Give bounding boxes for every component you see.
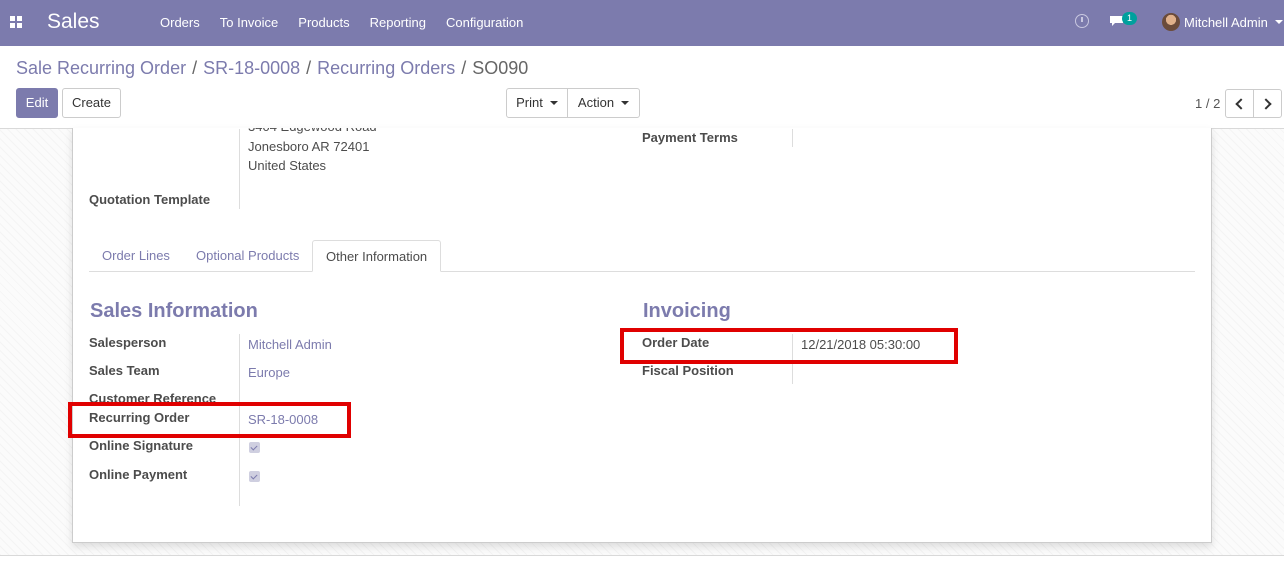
online-payment-label: Online Payment [89, 467, 188, 482]
print-dropdown-button[interactable]: Print [506, 88, 568, 118]
edit-button[interactable]: Edit [16, 88, 58, 118]
field-divider [792, 129, 793, 147]
breadcrumb-separator: / [461, 58, 467, 78]
sales-team-label: Sales Team [89, 363, 160, 378]
sales-team-field[interactable]: Europe [248, 365, 290, 380]
order-date-highlight [620, 328, 958, 364]
activity-clock-icon[interactable] [1075, 14, 1089, 28]
pager-previous-button[interactable] [1225, 89, 1254, 118]
payment-terms-label: Payment Terms [642, 130, 738, 145]
breadcrumb-sale-recurring-order[interactable]: Sale Recurring Order [16, 58, 186, 79]
main-menu: Orders To Invoice Products Reporting Con… [160, 15, 523, 30]
quotation-template-label: Quotation Template [89, 192, 211, 207]
app-brand[interactable]: Sales [47, 10, 100, 34]
notebook-tabs: Order Lines Optional Products Other Info… [89, 240, 1195, 272]
breadcrumb-current: SO090 [472, 58, 529, 78]
apps-grid-icon[interactable] [10, 16, 22, 28]
user-menu-caret-icon[interactable] [1275, 20, 1283, 24]
customer-address-line2: Jonesboro AR 72401 [248, 139, 370, 154]
menu-configuration[interactable]: Configuration [446, 15, 523, 30]
breadcrumb-recurring-order-ref[interactable]: SR-18-0008 [203, 58, 300, 79]
action-dropdown-button[interactable]: Action [567, 88, 640, 118]
chevron-right-icon [1260, 98, 1272, 110]
create-button[interactable]: Create [62, 88, 121, 118]
pager-next-button[interactable] [1253, 89, 1282, 118]
fiscal-position-label: Fiscal Position [642, 363, 734, 378]
breadcrumb-recurring-orders[interactable]: Recurring Orders [317, 58, 455, 79]
online-signature-checkbox[interactable] [249, 442, 260, 453]
customer-address-line3: United States [248, 158, 327, 173]
invoicing-title: Invoicing [643, 300, 731, 322]
pager-value[interactable]: 1 / 2 [1195, 96, 1220, 111]
caret-down-icon [621, 101, 630, 105]
salesperson-label: Salesperson [89, 335, 167, 350]
customer-address-line1: 3404 Edgewood Road [248, 119, 377, 134]
tab-order-lines[interactable]: Order Lines [89, 240, 183, 272]
top-navbar: Sales Orders To Invoice Products Reporti… [0, 0, 1284, 46]
tab-optional-products[interactable]: Optional Products [183, 240, 312, 272]
online-payment-checkbox[interactable] [249, 471, 260, 482]
menu-reporting[interactable]: Reporting [370, 15, 426, 30]
breadcrumb: Sale Recurring Order / SR-18-0008 / Recu… [16, 58, 528, 79]
online-signature-label: Online Signature [89, 438, 194, 453]
breadcrumb-separator: / [192, 58, 198, 78]
menu-products[interactable]: Products [298, 15, 349, 30]
tab-other-information[interactable]: Other Information [312, 240, 442, 272]
caret-down-icon [549, 101, 558, 105]
print-label: Print [516, 95, 543, 110]
action-label: Action [577, 95, 615, 110]
avatar[interactable] [1162, 13, 1180, 31]
chevron-left-icon [1235, 98, 1247, 110]
sales-information-title: Sales Information [90, 300, 258, 322]
breadcrumb-separator: / [306, 58, 312, 78]
salesperson-field[interactable]: Mitchell Admin [248, 337, 332, 352]
notification-badge: 1 [1122, 12, 1137, 25]
user-menu-name[interactable]: Mitchell Admin [1184, 15, 1268, 30]
menu-orders[interactable]: Orders [160, 15, 200, 30]
menu-to-invoice[interactable]: To Invoice [220, 15, 279, 30]
recurring-order-highlight [68, 402, 351, 438]
field-divider [239, 129, 240, 209]
